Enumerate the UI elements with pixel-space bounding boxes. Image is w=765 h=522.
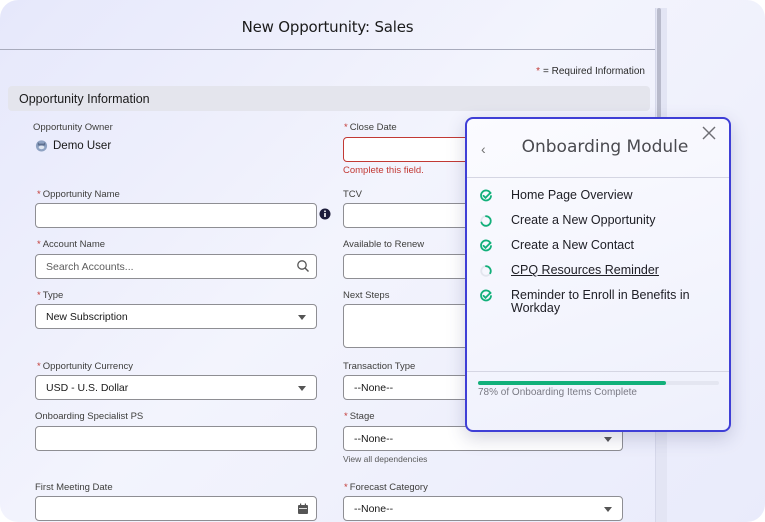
check-circle-icon bbox=[480, 289, 492, 302]
account-name-search-input[interactable]: Search Accounts... bbox=[35, 254, 317, 279]
first-meeting-date-label: First Meeting Date bbox=[35, 482, 113, 493]
progress-ring-icon bbox=[480, 265, 492, 277]
opportunity-name-input[interactable] bbox=[35, 203, 317, 228]
onboarding-item[interactable]: Create a New Contact bbox=[479, 239, 719, 253]
onboarding-item[interactable]: Home Page Overview bbox=[479, 189, 719, 203]
chevron-down-icon bbox=[604, 507, 612, 512]
opportunity-currency-label: * Opportunity Currency bbox=[37, 361, 133, 372]
tcv-label: TCV bbox=[343, 189, 362, 200]
transaction-type-value: --None-- bbox=[354, 382, 394, 394]
header-divider bbox=[0, 49, 655, 50]
required-info-note: * = Required Information bbox=[536, 66, 645, 77]
opportunity-currency-select[interactable]: USD - U.S. Dollar bbox=[35, 375, 317, 400]
currency-value: USD - U.S. Dollar bbox=[46, 382, 129, 394]
opportunity-owner-value[interactable]: Demo User bbox=[35, 139, 111, 152]
close-date-label: * Close Date bbox=[344, 122, 397, 133]
required-star: * bbox=[536, 66, 540, 77]
onboarding-specialist-input[interactable] bbox=[35, 426, 317, 451]
forecast-category-select[interactable]: --None-- bbox=[343, 496, 623, 521]
onboarding-module-popover: ‹ Onboarding Module Home Page Overview C… bbox=[465, 117, 731, 432]
type-select[interactable]: New Subscription bbox=[35, 304, 317, 329]
onboarding-item-link[interactable]: CPQ Resources Reminder bbox=[511, 264, 659, 277]
view-dependencies-link[interactable]: View all dependencies bbox=[343, 454, 427, 464]
required-info-text: = Required Information bbox=[542, 66, 645, 77]
owner-name: Demo User bbox=[53, 139, 112, 152]
page-title: New Opportunity: Sales bbox=[241, 18, 414, 36]
app-frame: New Opportunity: Sales * = Required Infor… bbox=[0, 0, 765, 522]
scrollbar-thumb[interactable] bbox=[657, 8, 661, 118]
close-date-error: Complete this field. bbox=[343, 165, 424, 176]
onboarding-module-title: Onboarding Module bbox=[521, 137, 689, 157]
popover-footer-divider bbox=[467, 371, 729, 372]
type-label: * Type bbox=[37, 290, 64, 301]
next-steps-label: Next Steps bbox=[343, 290, 390, 301]
transaction-type-label: Transaction Type bbox=[343, 361, 416, 372]
account-name-placeholder: Search Accounts... bbox=[46, 261, 134, 273]
onboarding-item-label: Create a New Contact bbox=[511, 238, 634, 252]
opportunity-name-label: * Opportunity Name bbox=[37, 189, 120, 200]
chevron-down-icon bbox=[298, 386, 306, 391]
onboarding-item[interactable]: CPQ Resources Reminder bbox=[479, 264, 719, 278]
info-icon[interactable] bbox=[319, 208, 331, 220]
onboarding-item[interactable]: Create a New Opportunity bbox=[479, 214, 719, 228]
onboarding-progress-bar bbox=[478, 381, 719, 385]
section-header[interactable]: Opportunity Information bbox=[8, 86, 650, 111]
user-avatar-icon bbox=[35, 140, 48, 152]
first-meeting-date-input[interactable] bbox=[35, 496, 317, 521]
stage-value: --None-- bbox=[354, 433, 394, 445]
calendar-icon[interactable] bbox=[296, 502, 310, 516]
forecast-category-value: --None-- bbox=[354, 503, 394, 515]
onboarding-progress-text: 78% of Onboarding Items Complete bbox=[478, 387, 637, 398]
type-value: New Subscription bbox=[46, 311, 128, 323]
stage-label: * Stage bbox=[344, 411, 375, 422]
onboarding-progress-fill bbox=[478, 381, 666, 385]
chevron-down-icon bbox=[604, 437, 612, 442]
onboarding-item-label: Create a New Opportunity bbox=[511, 213, 656, 227]
onboarding-item-label: Reminder to Enroll in Benefits in Workda… bbox=[511, 288, 690, 315]
close-icon[interactable] bbox=[701, 125, 717, 141]
onboarding-items-list: Home Page Overview Create a New Opportun… bbox=[479, 189, 719, 326]
popover-divider bbox=[467, 177, 729, 178]
chevron-down-icon bbox=[298, 315, 306, 320]
progress-ring-icon bbox=[480, 215, 492, 227]
forecast-category-label: * Forecast Category bbox=[344, 482, 428, 493]
onboarding-item[interactable]: Reminder to Enroll in Benefits in Workda… bbox=[479, 289, 719, 315]
onboarding-specialist-label: Onboarding Specialist PS bbox=[35, 411, 144, 422]
check-circle-icon bbox=[480, 189, 492, 202]
search-icon[interactable] bbox=[296, 259, 310, 273]
account-name-label: * Account Name bbox=[37, 239, 106, 250]
opportunity-owner-label: Opportunity Owner bbox=[33, 122, 113, 133]
onboarding-item-label: Home Page Overview bbox=[511, 188, 633, 202]
check-circle-icon bbox=[480, 239, 492, 252]
available-to-renew-label: Available to Renew bbox=[343, 239, 425, 250]
